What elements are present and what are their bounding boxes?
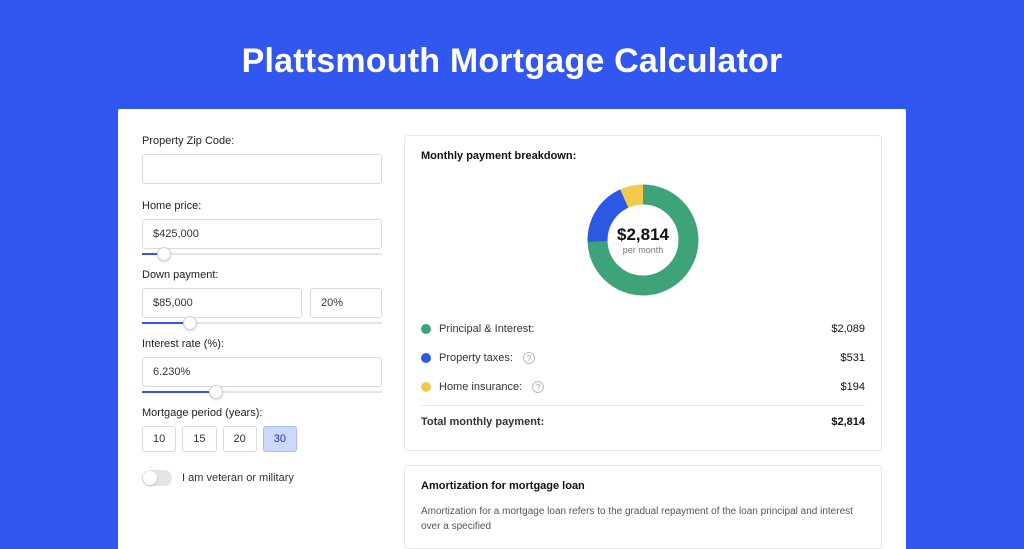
- total-label: Total monthly payment:: [421, 416, 544, 428]
- interest-rate-slider-thumb[interactable]: [209, 385, 223, 399]
- period-button-20[interactable]: 20: [223, 426, 257, 452]
- page-title: Plattsmouth Mortgage Calculator: [0, 0, 1024, 109]
- total-row: Total monthly payment: $2,814: [421, 405, 865, 436]
- interest-rate-label: Interest rate (%):: [142, 338, 382, 350]
- interest-rate-input[interactable]: [142, 357, 382, 387]
- down-payment-pct-input[interactable]: [310, 288, 382, 318]
- legend-label: Home insurance:: [439, 381, 522, 393]
- interest-rate-slider-fill: [142, 391, 216, 393]
- interest-rate-slider[interactable]: [142, 391, 382, 393]
- legend-value: $531: [841, 352, 865, 364]
- home-price-slider-thumb[interactable]: [157, 247, 171, 261]
- zip-label: Property Zip Code:: [142, 135, 382, 147]
- home-price-label: Home price:: [142, 200, 382, 212]
- legend-label: Principal & Interest:: [439, 323, 534, 335]
- legend-row: Principal & Interest: $2,089: [421, 314, 865, 343]
- legend-label: Property taxes:: [439, 352, 513, 364]
- calculator-card: Property Zip Code: Home price: Down paym…: [118, 109, 906, 549]
- legend-value: $194: [841, 381, 865, 393]
- legend-dot-icon: [421, 324, 431, 334]
- home-price-input[interactable]: [142, 219, 382, 249]
- veteran-toggle-knob: [143, 471, 157, 485]
- help-icon[interactable]: ?: [523, 352, 535, 364]
- donut-chart: $2,814 per month: [583, 180, 703, 300]
- help-icon[interactable]: ?: [532, 381, 544, 393]
- period-button-30[interactable]: 30: [263, 426, 297, 452]
- legend-value: $2,089: [831, 323, 865, 335]
- down-payment-input[interactable]: [142, 288, 302, 318]
- down-payment-label: Down payment:: [142, 269, 382, 281]
- veteran-label: I am veteran or military: [182, 472, 294, 484]
- donut-sublabel: per month: [623, 245, 664, 255]
- amortization-title: Amortization for mortgage loan: [421, 480, 865, 492]
- legend-row: Property taxes:? $531: [421, 343, 865, 372]
- period-button-10[interactable]: 10: [142, 426, 176, 452]
- home-price-slider[interactable]: [142, 253, 382, 255]
- veteran-toggle[interactable]: [142, 470, 172, 486]
- period-button-15[interactable]: 15: [182, 426, 216, 452]
- breakdown-card: Monthly payment breakdown: $2,814 per mo…: [404, 135, 882, 451]
- legend-dot-icon: [421, 382, 431, 392]
- amortization-card: Amortization for mortgage loan Amortizat…: [404, 465, 882, 549]
- zip-input[interactable]: [142, 154, 382, 184]
- down-payment-slider-thumb[interactable]: [183, 316, 197, 330]
- total-value: $2,814: [831, 416, 865, 428]
- period-label: Mortgage period (years):: [142, 407, 382, 419]
- legend-row: Home insurance:? $194: [421, 372, 865, 401]
- period-buttons: 1015 2030: [142, 426, 382, 452]
- breakdown-title: Monthly payment breakdown:: [421, 150, 865, 162]
- form-panel: Property Zip Code: Home price: Down paym…: [142, 135, 382, 549]
- results-panel: Monthly payment breakdown: $2,814 per mo…: [404, 135, 882, 549]
- donut-value: $2,814: [617, 225, 669, 245]
- amortization-text: Amortization for a mortgage loan refers …: [421, 504, 865, 534]
- legend-dot-icon: [421, 353, 431, 363]
- down-payment-slider[interactable]: [142, 322, 382, 324]
